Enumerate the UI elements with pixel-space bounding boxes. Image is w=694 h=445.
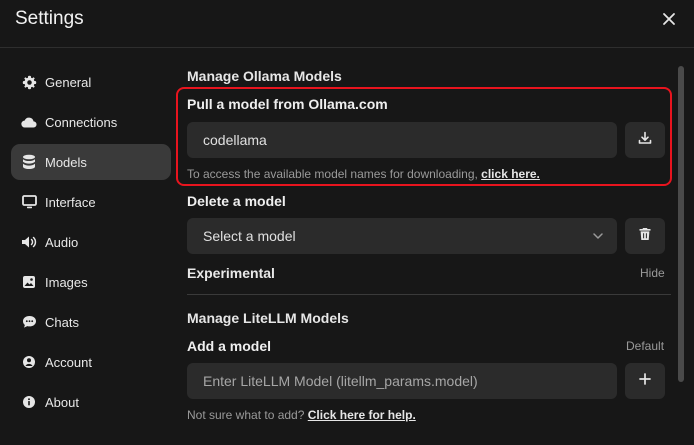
pull-model-hint: To access the available model names for … xyxy=(187,167,540,181)
sidebar-item-chats[interactable]: Chats xyxy=(11,304,171,340)
pull-model-input[interactable] xyxy=(203,132,617,148)
model-names-link[interactable]: click here. xyxy=(481,167,540,181)
sidebar-item-label: Account xyxy=(45,354,92,370)
section-divider xyxy=(187,294,671,295)
pull-model-field[interactable] xyxy=(187,122,617,158)
sidebar-item-label: Chats xyxy=(45,314,79,330)
trash-icon xyxy=(638,227,652,246)
sidebar-item-label: Connections xyxy=(45,114,118,130)
litellm-help: Not sure what to add? Click here for hel… xyxy=(187,408,416,422)
litellm-model-input[interactable] xyxy=(203,373,617,389)
sidebar-item-models[interactable]: Models xyxy=(11,144,171,180)
settings-modal: Settings General Connections Models Inte… xyxy=(0,0,694,445)
cloud-icon xyxy=(21,114,37,130)
experimental-hide-toggle[interactable]: Hide xyxy=(640,266,665,280)
close-icon[interactable] xyxy=(658,8,680,30)
help-text: Not sure what to add? xyxy=(187,408,308,422)
sidebar-item-label: Audio xyxy=(45,234,79,250)
experimental-label: Experimental xyxy=(187,265,275,281)
sidebar-item-label: General xyxy=(45,74,92,90)
settings-sidebar: General Connections Models Interface Aud… xyxy=(11,64,171,424)
download-icon xyxy=(638,131,652,150)
model-select-value: Select a model xyxy=(203,228,296,244)
sidebar-item-label: Models xyxy=(45,154,87,170)
user-icon xyxy=(21,354,37,370)
sidebar-item-audio[interactable]: Audio xyxy=(11,224,171,260)
add-model-mode-toggle[interactable]: Default xyxy=(626,339,664,353)
sidebar-item-connections[interactable]: Connections xyxy=(11,104,171,140)
model-select[interactable]: Select a model xyxy=(187,218,617,254)
sidebar-item-general[interactable]: General xyxy=(11,64,171,100)
sidebar-item-label: Images xyxy=(45,274,88,290)
sidebar-item-label: About xyxy=(45,394,79,410)
modal-header: Settings xyxy=(0,0,694,48)
hint-text: To access the available model names for … xyxy=(187,167,482,181)
delete-model-label: Delete a model xyxy=(187,193,286,209)
info-icon xyxy=(21,394,37,410)
add-model-label: Add a model xyxy=(187,338,272,354)
plus-icon xyxy=(638,372,652,391)
modal-title: Settings xyxy=(15,8,84,29)
sidebar-item-label: Interface xyxy=(45,194,96,210)
litellm-help-link[interactable]: Click here for help. xyxy=(308,408,416,422)
sidebar-item-images[interactable]: Images xyxy=(11,264,171,300)
delete-button[interactable] xyxy=(625,218,665,254)
chat-bubble-icon xyxy=(21,314,37,330)
scrollbar-thumb[interactable] xyxy=(678,66,684,382)
database-icon xyxy=(21,154,37,170)
image-icon xyxy=(21,274,37,290)
add-model-button[interactable] xyxy=(625,363,665,399)
sidebar-item-account[interactable]: Account xyxy=(11,344,171,380)
chevron-down-icon xyxy=(591,229,605,246)
ollama-section-title: Manage Ollama Models xyxy=(187,68,342,84)
sidebar-item-about[interactable]: About xyxy=(11,384,171,420)
speaker-icon xyxy=(21,234,37,250)
gear-icon xyxy=(21,74,37,90)
litellm-section-title: Manage LiteLLM Models xyxy=(187,310,349,326)
pull-model-label: Pull a model from Ollama.com xyxy=(187,96,388,112)
monitor-icon xyxy=(21,194,37,210)
sidebar-item-interface[interactable]: Interface xyxy=(11,184,171,220)
download-button[interactable] xyxy=(625,122,665,158)
litellm-model-field[interactable] xyxy=(187,363,617,399)
